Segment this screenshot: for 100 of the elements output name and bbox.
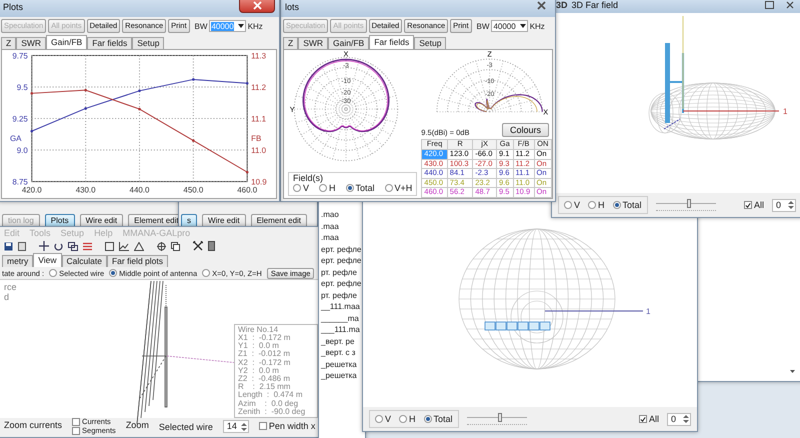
spin-arrows-icon: [788, 200, 794, 210]
axis-label: GA: [10, 134, 22, 143]
data-point: [138, 108, 141, 110]
spin-field[interactable]: 0: [772, 198, 796, 212]
move-icon[interactable]: [39, 241, 49, 251]
bw-combo[interactable]: 40000: [491, 20, 528, 32]
window-title: 3D Far field: [572, 0, 618, 10]
slider[interactable]: [466, 413, 527, 425]
crosshair-icon[interactable]: [157, 242, 166, 250]
tab[interactable]: Far fields: [87, 37, 132, 49]
axis-label: Z: [488, 50, 492, 58]
slider[interactable]: [656, 199, 716, 211]
tick-label: 9.75: [12, 51, 28, 60]
file-item[interactable]: __111.maa: [321, 301, 365, 312]
axis-label: 1: [783, 107, 788, 116]
list-icon[interactable]: [83, 242, 92, 250]
wire-info-text: Wire No.14: [238, 326, 280, 334]
spin-field[interactable]: 14: [222, 420, 249, 433]
file-item[interactable]: _верт. с з: [321, 347, 365, 358]
file-item[interactable]: ерт. рефле: [321, 255, 365, 266]
tab[interactable]: Far field plots: [106, 255, 168, 267]
tab[interactable]: View: [33, 253, 62, 267]
data-point: [246, 170, 248, 174]
radio-option[interactable]: Total: [612, 200, 642, 210]
window-title: lots: [285, 2, 300, 12]
tab[interactable]: Setup: [414, 37, 446, 49]
spin-field[interactable]: 0: [667, 412, 691, 426]
tick-label: 11.3: [251, 51, 266, 60]
close-icon[interactable]: [786, 1, 794, 9]
file-item[interactable]: .maa: [321, 220, 365, 232]
tick-label: 11.2: [251, 83, 266, 92]
wire-info-text: Z1 : -0.012 m: [238, 350, 292, 359]
radio-option[interactable]: V: [293, 183, 310, 193]
tab[interactable]: Gain/FB: [46, 35, 88, 49]
pages-icon[interactable]: [171, 242, 180, 250]
tab[interactable]: Calculate: [62, 255, 107, 267]
checkbox-option[interactable]: All: [638, 414, 659, 424]
data-point: [84, 88, 87, 92]
document-icon[interactable]: [18, 242, 26, 250]
file-item[interactable]: рт. рефле: [321, 290, 365, 301]
legend-text: d: [4, 292, 10, 302]
file-item[interactable]: ерт. рефле: [321, 244, 365, 255]
bw-label: BW: [194, 22, 208, 30]
spin-arrows-icon: [683, 414, 689, 424]
slider-thumb[interactable]: [686, 199, 691, 208]
radio-option[interactable]: Total: [424, 414, 453, 424]
data-point: [192, 139, 195, 142]
radio-option[interactable]: H: [399, 414, 416, 424]
tools-icon[interactable]: [193, 241, 203, 251]
scroll-arrow-icon[interactable]: [790, 370, 795, 373]
triangle-icon[interactable]: [134, 242, 144, 250]
file-item[interactable]: _верт. ре: [321, 336, 365, 347]
checkbox-option[interactable]: Pen width x: [258, 421, 316, 431]
data-point: [138, 90, 141, 92]
file-item[interactable]: _решетка: [321, 370, 365, 382]
legend-text: rce: [4, 282, 17, 292]
chart-icon[interactable]: [119, 242, 129, 250]
tick-label: 11.1: [251, 114, 266, 124]
tick-label: 11.0: [251, 146, 266, 156]
radio-option[interactable]: Total: [346, 183, 375, 193]
colours-button[interactable]: Colours: [502, 123, 549, 138]
tab[interactable]: Gain/FB: [328, 37, 370, 49]
radio-option[interactable]: V: [375, 414, 392, 424]
file-item[interactable]: ерт. рефле: [321, 278, 365, 290]
axis-label: FB: [251, 134, 262, 143]
tab[interactable]: SWR: [16, 37, 46, 49]
calculator-icon[interactable]: [208, 241, 215, 251]
close-button[interactable]: [239, 0, 275, 13]
tab[interactable]: Z: [283, 37, 298, 49]
copy-icon[interactable]: [68, 242, 78, 250]
tab[interactable]: Setup: [132, 37, 164, 49]
file-item[interactable]: .maa: [321, 232, 365, 244]
wire-info-text: X2 : -0.172 m: [238, 358, 292, 367]
rotate-icon[interactable]: [54, 242, 63, 250]
file-item[interactable]: рт. рефле: [321, 266, 365, 278]
spin-arrows-icon: [240, 422, 247, 432]
wire-info-text: Length : 0.474 m: [238, 391, 304, 400]
wire-info-text: Zenith : -90.0 deg: [238, 408, 306, 416]
tab[interactable]: SWR: [298, 37, 328, 49]
file-item[interactable]: .mao: [321, 209, 365, 220]
file-item[interactable]: _решетка: [321, 358, 365, 370]
window-title: Plots: [3, 2, 24, 12]
square-icon[interactable]: [105, 242, 114, 250]
wire-info-text: Y1 : 0.0 m: [238, 342, 279, 350]
tick-label: 450.0: [183, 186, 204, 194]
radio-option[interactable]: V: [564, 200, 580, 210]
maximize-icon[interactable]: [765, 1, 774, 9]
checkbox-option[interactable]: All: [744, 200, 764, 210]
radio-option[interactable]: V+H: [384, 183, 412, 193]
file-item[interactable]: ______ma: [321, 312, 365, 324]
zoom-currents-label: Zoom currents: [4, 420, 62, 430]
slider-thumb[interactable]: [498, 413, 502, 422]
file-item[interactable]: ___111.ma: [321, 324, 365, 336]
tab[interactable]: Far fields: [369, 35, 414, 49]
tab[interactable]: Z: [1, 37, 16, 49]
tab[interactable]: metry: [2, 255, 34, 267]
radio-option[interactable]: H: [319, 183, 336, 193]
caret-icon: [238, 24, 244, 28]
radio-option[interactable]: H: [588, 200, 605, 210]
axis-label: 1: [646, 307, 650, 316]
